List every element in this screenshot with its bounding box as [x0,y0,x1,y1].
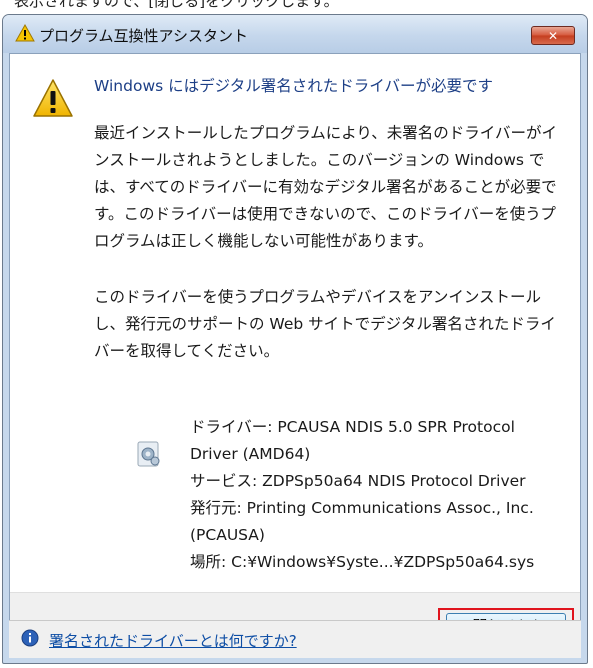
dialog-heading: Windows にはデジタル署名されたドライバーが必要です [94,77,493,95]
caption-text: 表示されますので、[閉じる]をクリックします。 [14,0,339,10]
driver-gear-icon [137,441,160,467]
instruction-paragraph: このドライバーを使うプログラムやデバイスをアンインストールし、発行元のサポートの… [94,288,556,360]
dialog-window: プログラム互換性アシスタント ✕ Windows にはデジタル署名されたドライバ… [2,14,588,664]
service-name: サービス: ZDPSp50a64 NDIS Protocol Driver [190,472,526,490]
info-icon [21,629,39,647]
signed-driver-help-link[interactable]: 署名されたドライバーとは何ですか? [49,630,297,651]
caption-strip: 表示されますので、[閉じる]をクリックします。 [0,0,593,14]
dialog-content: Windows にはデジタル署名されたドライバーが必要です 最近インストールした… [9,53,581,657]
window-close-button[interactable]: ✕ [531,26,575,45]
warning-icon [15,24,35,42]
close-icon: ✕ [547,28,559,43]
description-paragraph: 最近インストールしたプログラムにより、未署名のドライバーがインストールされようと… [94,124,557,250]
window-title: プログラム互換性アシスタント [39,27,248,45]
driver-name-cont: Driver (AMD64) [190,445,311,463]
driver-details: ドライバー: PCAUSA NDIS 5.0 SPR Protocol Driv… [190,414,576,576]
footer-bar: 署名されたドライバーとは何ですか? [9,620,581,658]
driver-location: 場所: C:¥Windows¥Syste...¥ZDPSp50a64.sys [190,553,535,571]
driver-name: ドライバー: PCAUSA NDIS 5.0 SPR Protocol [190,418,515,436]
publisher: 発行元: Printing Communications Assoc., Inc… [190,499,534,517]
title-bar[interactable]: プログラム互換性アシスタント ✕ [3,15,587,53]
publisher-cont: (PCAUSA) [190,526,265,544]
warning-icon [33,79,73,117]
